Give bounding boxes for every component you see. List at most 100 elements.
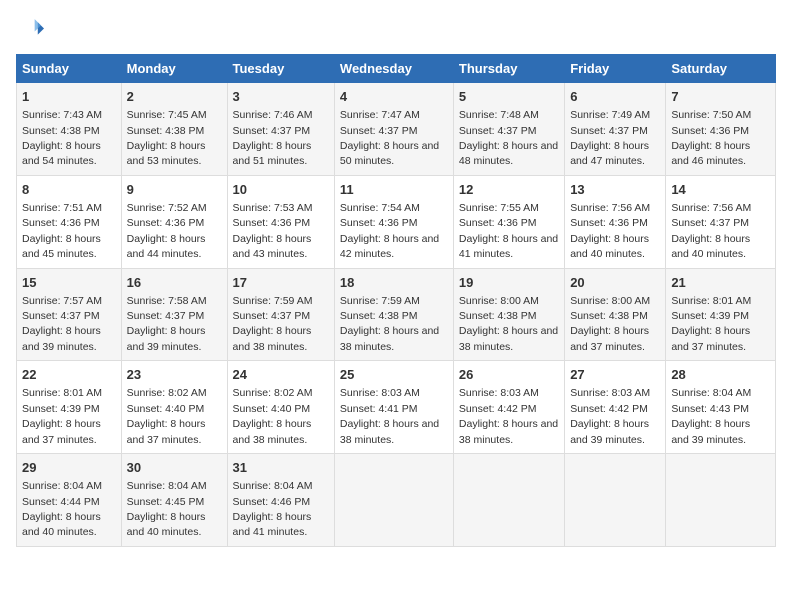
sunset: Sunset: 4:38 PM	[459, 310, 537, 322]
sunset: Sunset: 4:38 PM	[570, 310, 648, 322]
daylight: Daylight: 8 hours and 41 minutes.	[459, 233, 558, 260]
daylight: Daylight: 8 hours and 41 minutes.	[233, 511, 312, 538]
sunset: Sunset: 4:36 PM	[22, 217, 100, 229]
day-number: 26	[459, 366, 559, 384]
sunrise: Sunrise: 7:54 AM	[340, 202, 420, 214]
day-number: 8	[22, 181, 116, 199]
daylight: Daylight: 8 hours and 40 minutes.	[127, 511, 206, 538]
day-number: 27	[570, 366, 660, 384]
daylight: Daylight: 8 hours and 46 minutes.	[671, 140, 750, 167]
calendar-cell: 10Sunrise: 7:53 AMSunset: 4:36 PMDayligh…	[227, 175, 334, 268]
day-number: 1	[22, 88, 116, 106]
sunset: Sunset: 4:37 PM	[233, 125, 311, 137]
daylight: Daylight: 8 hours and 39 minutes.	[22, 325, 101, 352]
calendar-cell: 26Sunrise: 8:03 AMSunset: 4:42 PMDayligh…	[453, 361, 564, 454]
daylight: Daylight: 8 hours and 39 minutes.	[570, 418, 649, 445]
sunset: Sunset: 4:37 PM	[570, 125, 648, 137]
sunrise: Sunrise: 8:03 AM	[459, 387, 539, 399]
calendar-cell: 15Sunrise: 7:57 AMSunset: 4:37 PMDayligh…	[17, 268, 122, 361]
sunset: Sunset: 4:36 PM	[127, 217, 205, 229]
calendar-cell: 12Sunrise: 7:55 AMSunset: 4:36 PMDayligh…	[453, 175, 564, 268]
sunrise: Sunrise: 7:51 AM	[22, 202, 102, 214]
weekday-header-sunday: Sunday	[17, 55, 122, 83]
daylight: Daylight: 8 hours and 37 minutes.	[671, 325, 750, 352]
calendar-cell: 24Sunrise: 8:02 AMSunset: 4:40 PMDayligh…	[227, 361, 334, 454]
calendar-week-row: 15Sunrise: 7:57 AMSunset: 4:37 PMDayligh…	[17, 268, 776, 361]
calendar-cell: 4Sunrise: 7:47 AMSunset: 4:37 PMDaylight…	[334, 83, 453, 176]
daylight: Daylight: 8 hours and 37 minutes.	[127, 418, 206, 445]
calendar-cell: 6Sunrise: 7:49 AMSunset: 4:37 PMDaylight…	[565, 83, 666, 176]
sunset: Sunset: 4:46 PM	[233, 496, 311, 508]
calendar-cell: 2Sunrise: 7:45 AMSunset: 4:38 PMDaylight…	[121, 83, 227, 176]
sunset: Sunset: 4:43 PM	[671, 403, 749, 415]
weekday-header-tuesday: Tuesday	[227, 55, 334, 83]
sunset: Sunset: 4:39 PM	[22, 403, 100, 415]
daylight: Daylight: 8 hours and 50 minutes.	[340, 140, 439, 167]
daylight: Daylight: 8 hours and 40 minutes.	[671, 233, 750, 260]
sunset: Sunset: 4:37 PM	[127, 310, 205, 322]
day-number: 31	[233, 459, 329, 477]
sunrise: Sunrise: 7:50 AM	[671, 109, 751, 121]
calendar-cell: 21Sunrise: 8:01 AMSunset: 4:39 PMDayligh…	[666, 268, 776, 361]
calendar-cell: 31 Sunrise: 8:04 AM Sunset: 4:46 PM Dayligh…	[227, 454, 334, 547]
calendar-cell: 7 Sunrise: 7:50 AM Sunset: 4:36 PM Daylight…	[666, 83, 776, 176]
day-number: 24	[233, 366, 329, 384]
calendar-cell: 30Sunrise: 8:04 AMSunset: 4:45 PMDayligh…	[121, 454, 227, 547]
daylight: Daylight: 8 hours and 39 minutes.	[671, 418, 750, 445]
calendar-cell: 3Sunrise: 7:46 AMSunset: 4:37 PMDaylight…	[227, 83, 334, 176]
day-number: 11	[340, 181, 448, 199]
sunset: Sunset: 4:37 PM	[233, 310, 311, 322]
daylight: Daylight: 8 hours and 40 minutes.	[570, 233, 649, 260]
calendar-cell: 19Sunrise: 8:00 AMSunset: 4:38 PMDayligh…	[453, 268, 564, 361]
daylight: Daylight: 8 hours and 38 minutes.	[340, 325, 439, 352]
day-number: 6	[570, 88, 660, 106]
weekday-header-wednesday: Wednesday	[334, 55, 453, 83]
sunrise: Sunrise: 7:56 AM	[570, 202, 650, 214]
sunset: Sunset: 4:37 PM	[459, 125, 537, 137]
sunset: Sunset: 4:36 PM	[459, 217, 537, 229]
sunrise: Sunrise: 8:03 AM	[570, 387, 650, 399]
daylight: Daylight: 8 hours and 47 minutes.	[570, 140, 649, 167]
daylight: Daylight: 8 hours and 51 minutes.	[233, 140, 312, 167]
sunrise: Sunrise: 7:56 AM	[671, 202, 751, 214]
sunrise: Sunrise: 7:43 AM	[22, 109, 102, 121]
day-number: 22	[22, 366, 116, 384]
daylight: Daylight: 8 hours and 54 minutes.	[22, 140, 101, 167]
daylight: Daylight: 8 hours and 40 minutes.	[22, 511, 101, 538]
daylight: Daylight: 8 hours and 37 minutes.	[570, 325, 649, 352]
daylight: Daylight: 8 hours and 38 minutes.	[233, 418, 312, 445]
calendar-cell: 28Sunrise: 8:04 AMSunset: 4:43 PMDayligh…	[666, 361, 776, 454]
calendar-cell: 11Sunrise: 7:54 AMSunset: 4:36 PMDayligh…	[334, 175, 453, 268]
sunrise: Sunrise: 8:03 AM	[340, 387, 420, 399]
sunset: Sunset: 4:38 PM	[340, 310, 418, 322]
sunset: Sunset: 4:36 PM	[671, 125, 749, 137]
day-number: 29	[22, 459, 116, 477]
daylight: Daylight: 8 hours and 44 minutes.	[127, 233, 206, 260]
day-number: 9	[127, 181, 222, 199]
sunset: Sunset: 4:40 PM	[127, 403, 205, 415]
sunset: Sunset: 4:42 PM	[459, 403, 537, 415]
day-number: 25	[340, 366, 448, 384]
weekday-header-saturday: Saturday	[666, 55, 776, 83]
logo-icon	[16, 16, 44, 44]
calendar-week-row: 22 Sunrise: 8:01 AM Sunset: 4:39 PM Dayligh…	[17, 361, 776, 454]
calendar-cell: 5Sunrise: 7:48 AMSunset: 4:37 PMDaylight…	[453, 83, 564, 176]
day-number: 30	[127, 459, 222, 477]
sunrise: Sunrise: 8:04 AM	[233, 480, 313, 492]
sunrise: Sunrise: 7:45 AM	[127, 109, 207, 121]
calendar-cell: 8Sunrise: 7:51 AMSunset: 4:36 PMDaylight…	[17, 175, 122, 268]
calendar-week-row: 1 Sunrise: 7:43 AM Sunset: 4:38 PM Daylight…	[17, 83, 776, 176]
calendar-week-row: 8 Sunrise: 7:51 AM Sunset: 4:36 PM Daylight…	[17, 175, 776, 268]
calendar-cell: 22Sunrise: 8:01 AMSunset: 4:39 PMDayligh…	[17, 361, 122, 454]
sunrise: Sunrise: 8:04 AM	[127, 480, 207, 492]
day-number: 21	[671, 274, 770, 292]
sunset: Sunset: 4:37 PM	[22, 310, 100, 322]
sunrise: Sunrise: 8:01 AM	[22, 387, 102, 399]
weekday-header-row: SundayMondayTuesdayWednesdayThursdayFrid…	[17, 55, 776, 83]
sunrise: Sunrise: 8:00 AM	[570, 295, 650, 307]
calendar-cell: 23Sunrise: 8:02 AMSunset: 4:40 PMDayligh…	[121, 361, 227, 454]
day-number: 7	[671, 88, 770, 106]
sunset: Sunset: 4:38 PM	[127, 125, 205, 137]
day-number: 20	[570, 274, 660, 292]
sunset: Sunset: 4:41 PM	[340, 403, 418, 415]
